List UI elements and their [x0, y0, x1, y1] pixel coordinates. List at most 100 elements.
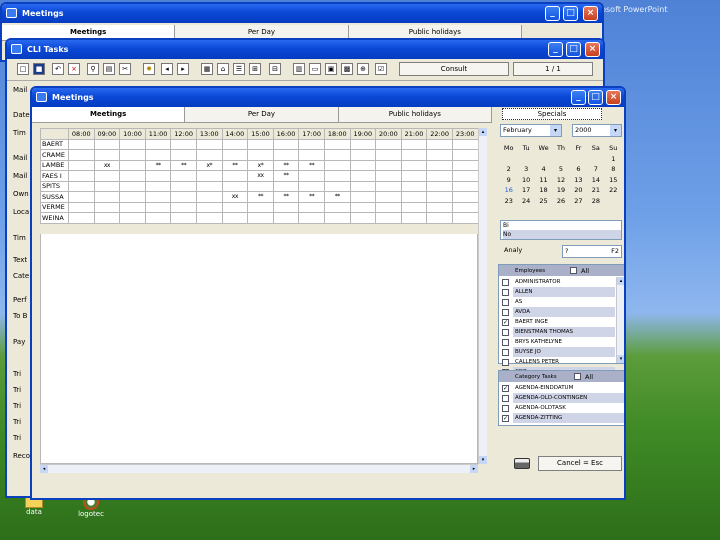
- employee-checkbox[interactable]: [502, 358, 509, 366]
- scroll-down-icon[interactable]: ▾: [479, 456, 487, 464]
- schedule-cell[interactable]: [400, 159, 428, 171]
- schedule-cell[interactable]: [298, 201, 325, 213]
- schedule-cell[interactable]: [375, 138, 402, 150]
- calendar-day[interactable]: 17: [517, 186, 534, 196]
- schedule-cell[interactable]: [170, 180, 197, 192]
- schedule-cell[interactable]: [298, 138, 325, 150]
- meeting-mark[interactable]: xx: [221, 191, 249, 203]
- folder-icon[interactable]: ▭: [309, 63, 321, 75]
- schedule-cell[interactable]: [400, 180, 428, 192]
- schedule-cell[interactable]: [426, 149, 453, 161]
- next-icon[interactable]: ▸: [177, 63, 189, 75]
- person-name[interactable]: WEINA: [40, 212, 69, 224]
- schedule-cell[interactable]: [93, 180, 121, 192]
- meeting-mark[interactable]: **: [272, 191, 300, 203]
- calendar-day[interactable]: 2: [500, 165, 517, 175]
- meeting-mark[interactable]: xx: [93, 159, 121, 171]
- close-button[interactable]: ×: [606, 90, 621, 105]
- schedule-cell[interactable]: [375, 212, 402, 224]
- schedule-cell[interactable]: [272, 212, 300, 224]
- schedule-cell[interactable]: [195, 191, 223, 203]
- calendar-day[interactable]: 21: [587, 186, 604, 196]
- printer-icon[interactable]: [514, 458, 530, 469]
- schedule-cell[interactable]: [144, 201, 172, 213]
- month-select[interactable]: February ▾: [500, 124, 562, 137]
- print-icon[interactable]: ▤: [103, 63, 115, 75]
- schedule-cell[interactable]: [170, 212, 197, 224]
- schedule-cell[interactable]: [119, 212, 146, 224]
- calendar-day[interactable]: 7: [587, 165, 604, 175]
- schedule-cell[interactable]: [144, 191, 172, 203]
- horizontal-scrollbar[interactable]: ◂ ▸: [40, 464, 478, 473]
- schedule-cell[interactable]: [93, 191, 121, 203]
- person-name[interactable]: BAERT: [40, 138, 69, 150]
- schedule-cell[interactable]: [144, 180, 172, 192]
- schedule-cell[interactable]: [323, 201, 351, 213]
- employee-checkbox[interactable]: [502, 288, 509, 296]
- schedule-cell[interactable]: [400, 138, 428, 150]
- schedule-cell[interactable]: [451, 159, 479, 171]
- schedule-cell[interactable]: [170, 201, 197, 213]
- schedule-cell[interactable]: [144, 149, 172, 161]
- settings-icon[interactable]: ✹: [143, 63, 155, 75]
- employee-row[interactable]: CALLENS PETER: [499, 357, 615, 367]
- maximize-button[interactable]: □: [588, 90, 603, 105]
- schedule-cell[interactable]: [451, 149, 479, 161]
- schedule-cell[interactable]: [195, 201, 223, 213]
- employee-row[interactable]: ADMINISTRATOR: [499, 277, 615, 287]
- calendar-day[interactable]: 12: [552, 176, 569, 186]
- calendar-day[interactable]: 18: [535, 186, 552, 196]
- columns-icon[interactable]: ▥: [293, 63, 305, 75]
- calendar-day[interactable]: 4: [535, 165, 552, 175]
- employees-scrollbar[interactable]: ▴ ▾: [616, 277, 624, 363]
- employee-checkbox[interactable]: [502, 338, 509, 346]
- calendar-day[interactable]: 1: [605, 155, 622, 165]
- calendar-day[interactable]: 19: [552, 186, 569, 196]
- category-row[interactable]: AGENDA-OLDTASK: [499, 403, 624, 413]
- employee-row[interactable]: ✓ BAERT INGE: [499, 317, 615, 327]
- close-button[interactable]: ×: [583, 6, 598, 21]
- schedule-cell[interactable]: [323, 149, 351, 161]
- schedule-cell[interactable]: [272, 201, 300, 213]
- calendar-day[interactable]: 13: [570, 176, 587, 186]
- minimize-button[interactable]: _: [545, 6, 560, 21]
- scroll-left-icon[interactable]: ◂: [40, 465, 48, 473]
- save-icon[interactable]: ■: [33, 63, 45, 75]
- schedule-cell[interactable]: [375, 180, 402, 192]
- schedule-cell[interactable]: [451, 191, 479, 203]
- schedule-cell[interactable]: [298, 170, 325, 182]
- schedule-cell[interactable]: [426, 191, 453, 203]
- schedule-cell[interactable]: [323, 212, 351, 224]
- schedule-cell[interactable]: [298, 180, 325, 192]
- undo-icon[interactable]: ↶: [52, 63, 64, 75]
- schedule-cell[interactable]: [375, 149, 402, 161]
- calendar-day[interactable]: 23: [500, 197, 517, 207]
- schedule-cell[interactable]: [349, 191, 377, 203]
- employee-row[interactable]: BUYSE JO: [499, 347, 615, 357]
- person-name[interactable]: SPITS: [40, 180, 69, 192]
- schedule-cell[interactable]: [400, 201, 428, 213]
- employee-checkbox[interactable]: [502, 298, 509, 306]
- schedule-cell[interactable]: [247, 212, 274, 224]
- cut-icon[interactable]: ✂: [119, 63, 131, 75]
- schedule-cell[interactable]: [426, 138, 453, 150]
- schedule-cell[interactable]: [195, 138, 223, 150]
- employee-checkbox[interactable]: [502, 328, 509, 336]
- schedule-cell[interactable]: [68, 212, 95, 224]
- employee-checkbox[interactable]: [502, 308, 509, 316]
- category-all-checkbox[interactable]: [574, 373, 581, 380]
- schedule-cell[interactable]: [93, 138, 121, 150]
- employee-row[interactable]: AS: [499, 297, 615, 307]
- tab-specials[interactable]: Specials: [502, 108, 602, 120]
- schedule-cell[interactable]: [68, 159, 95, 171]
- schedule-cell[interactable]: [144, 212, 172, 224]
- schedule-cell[interactable]: [272, 149, 300, 161]
- meeting-mark[interactable]: **: [323, 191, 351, 203]
- view-icon[interactable]: ▣: [325, 63, 337, 75]
- schedule-cell[interactable]: [349, 159, 377, 171]
- schedule-cell[interactable]: [68, 138, 95, 150]
- calendar-day[interactable]: 14: [587, 176, 604, 186]
- calendar-day[interactable]: 25: [535, 197, 552, 207]
- employee-checkbox[interactable]: [502, 348, 509, 356]
- schedule-cell[interactable]: [247, 138, 274, 150]
